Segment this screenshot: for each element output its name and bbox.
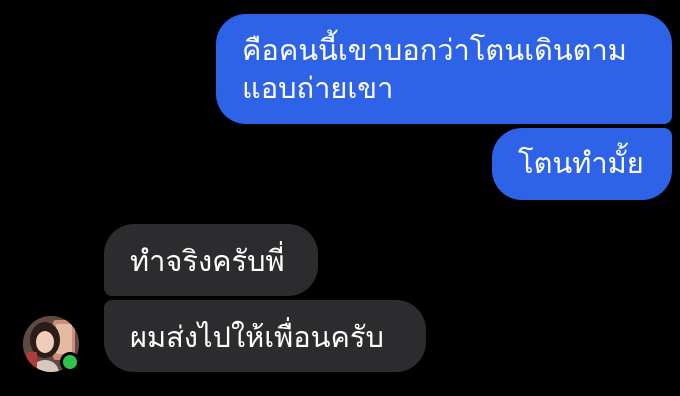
message-text: ผมส่งไปให้เพื่อนครับ bbox=[130, 320, 384, 354]
message-text: ทำจริงครับพี่ bbox=[130, 244, 285, 278]
received-message-bubble[interactable]: ทำจริงครับพี่ bbox=[104, 224, 318, 296]
sent-message-bubble[interactable]: คือคนนี้เขาบอกว่าโตนเดินตาม แอบถ่ายเขา bbox=[216, 14, 672, 124]
online-status-indicator bbox=[60, 352, 80, 372]
received-message-bubble[interactable]: ผมส่งไปให้เพื่อนครับ bbox=[104, 300, 426, 372]
message-thread: คือคนนี้เขาบอกว่าโตนเดินตาม แอบถ่ายเขา โ… bbox=[0, 0, 680, 396]
message-text: คือคนนี้เขาบอกว่าโตนเดินตาม bbox=[242, 33, 627, 67]
sent-message-bubble[interactable]: โตนทำมั้ย bbox=[492, 128, 672, 200]
message-text: แอบถ่ายเขา bbox=[242, 71, 394, 105]
message-text: โตนทำมั้ย bbox=[518, 146, 644, 180]
